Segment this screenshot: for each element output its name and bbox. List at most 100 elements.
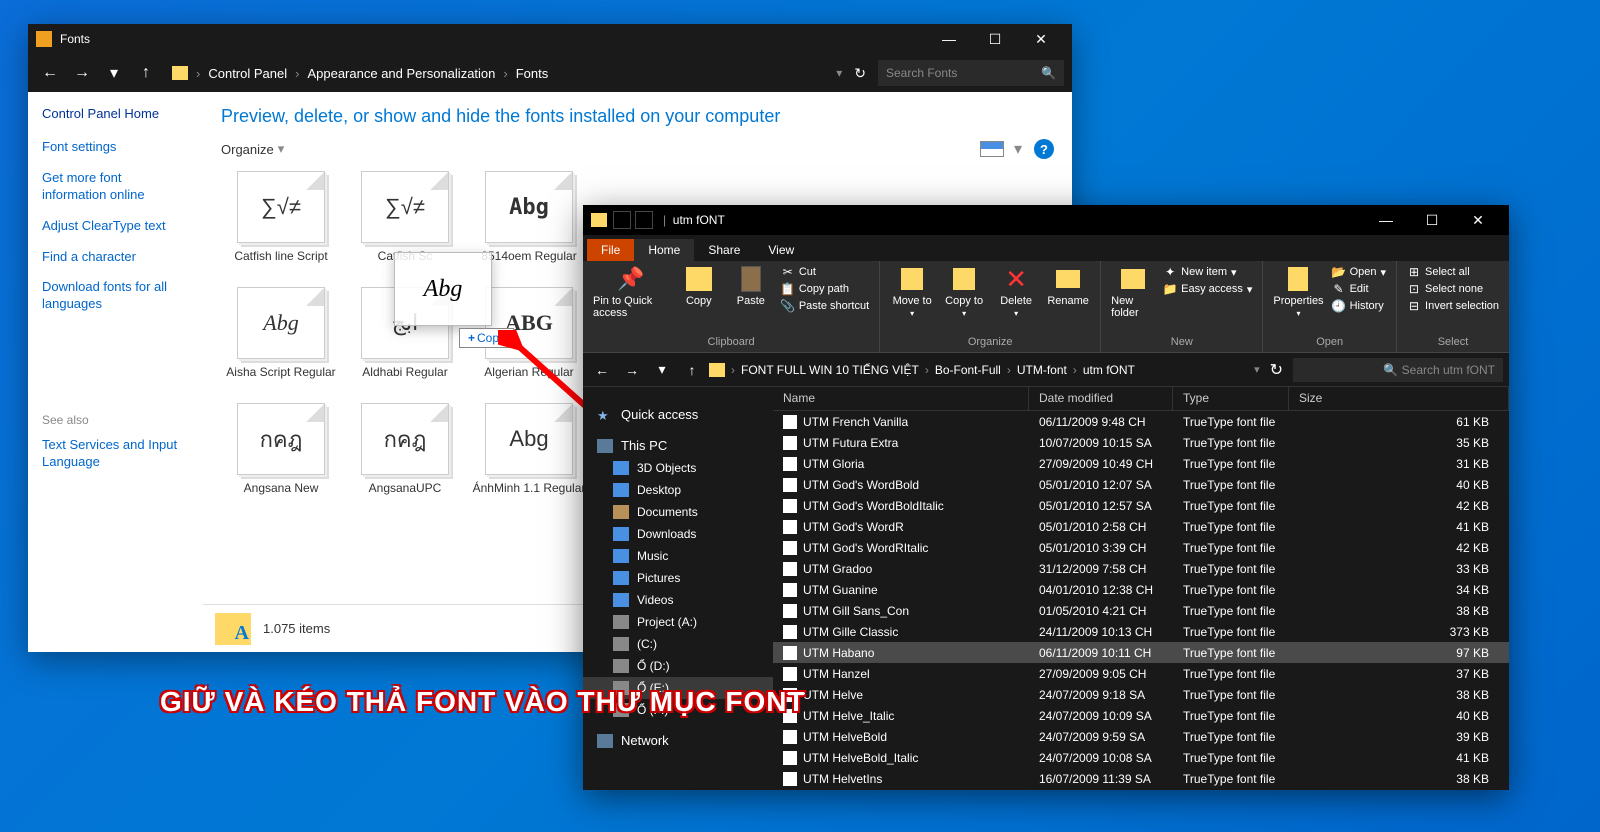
organize-dropdown[interactable]: Organize ▾ [221,141,284,157]
table-row[interactable]: UTM God's WordBoldItalic05/01/2010 12:57… [773,495,1509,516]
tab-file[interactable]: File [587,239,634,261]
font-item[interactable]: AbgAisha Script Regular [221,287,341,379]
nav-3d-objects[interactable]: 3D Objects [583,457,773,479]
tab-share[interactable]: Share [694,239,754,261]
table-row[interactable]: UTM God's WordBold05/01/2010 12:07 SATru… [773,474,1509,495]
recent-dropdown[interactable]: ▾ [649,357,675,383]
history-button[interactable]: 🕘History [1332,299,1386,313]
recent-dropdown[interactable]: ▾ [100,59,128,87]
breadcrumb[interactable]: › Control Panel› Appearance and Personal… [164,66,832,81]
search-input[interactable]: Search Fonts 🔍 [878,60,1064,86]
up-button[interactable]: ↑ [132,59,160,87]
refresh-button[interactable]: ↻ [846,65,874,82]
table-row[interactable]: UTM French Vanilla06/11/2009 9:48 CHTrue… [773,411,1509,432]
new-folder-button[interactable]: New folder [1111,265,1155,319]
forward-button[interactable]: → [68,59,96,87]
cut-button[interactable]: ✂Cut [781,265,869,279]
table-row[interactable]: UTM Gille Classic24/11/2009 10:13 CHTrue… [773,621,1509,642]
close-button[interactable]: ✕ [1018,24,1064,54]
back-button[interactable]: ← [589,357,615,383]
nav-documents[interactable]: Documents [583,501,773,523]
table-row[interactable]: UTM Gradoo31/12/2009 7:58 CHTrueType fon… [773,558,1509,579]
nav-this-pc[interactable]: This PC [583,434,773,457]
breadcrumb-item[interactable]: Fonts [516,66,549,81]
maximize-button[interactable]: ☐ [1409,205,1455,235]
nav-drive-d[interactable]: Ổ (D:) [583,655,773,677]
nav-music[interactable]: Music [583,545,773,567]
minimize-button[interactable]: — [1363,205,1409,235]
copy-path-button[interactable]: 📋Copy path [781,282,869,296]
view-options-button[interactable] [980,141,1004,157]
copy-to-button[interactable]: Copy to▾ [942,265,986,318]
col-size[interactable]: Size [1289,387,1509,410]
select-none-button[interactable]: ⊡Select none [1407,282,1499,296]
nav-drive-a[interactable]: Project (A:) [583,611,773,633]
table-row[interactable]: UTM Helve24/07/2009 9:18 SATrueType font… [773,684,1509,705]
table-row[interactable]: UTM Helve_Italic24/07/2009 10:09 SATrueT… [773,705,1509,726]
invert-selection-button[interactable]: ⊟Invert selection [1407,299,1499,313]
qat-button[interactable] [613,211,631,229]
edit-button[interactable]: ✎Edit [1332,282,1386,296]
refresh-button[interactable]: ↻ [1264,360,1289,380]
sidebar-link[interactable]: Text Services and Input Language [42,437,189,471]
col-type[interactable]: Type [1173,387,1289,410]
table-row[interactable]: UTM Gill Sans_Con01/05/2010 4:21 CHTrueT… [773,600,1509,621]
breadcrumb-item[interactable]: Control Panel [208,66,287,81]
nav-quick-access[interactable]: ★Quick access [583,403,773,426]
nav-network[interactable]: Network [583,729,773,752]
table-row[interactable]: UTM HelveBold24/07/2009 9:59 SATrueType … [773,726,1509,747]
maximize-button[interactable]: ☐ [972,24,1018,54]
nav-pictures[interactable]: Pictures [583,567,773,589]
table-row[interactable]: UTM Hanzel27/09/2009 9:05 CHTrueType fon… [773,663,1509,684]
table-row[interactable]: UTM Guanine04/01/2010 12:38 CHTrueType f… [773,579,1509,600]
font-item[interactable]: Abg8514oem Regular [469,171,589,263]
table-row[interactable]: UTM HelveBold_Italic24/07/2009 10:08 SAT… [773,747,1509,768]
font-item[interactable]: ∑√≠Catfish line Script [221,171,341,263]
table-row[interactable]: UTM God's WordRItalic05/01/2010 3:39 CHT… [773,537,1509,558]
qat-button[interactable] [635,211,653,229]
nav-videos[interactable]: Videos [583,589,773,611]
easy-access-button[interactable]: 📁Easy access ▾ [1163,282,1252,296]
sidebar-link[interactable]: Adjust ClearType text [42,218,189,235]
sidebar-link[interactable]: Font settings [42,139,189,156]
select-all-button[interactable]: ⊞Select all [1407,265,1499,279]
new-item-button[interactable]: ✦New item ▾ [1163,265,1252,279]
sidebar-link[interactable]: Download fonts for all languages [42,279,189,313]
paste-shortcut-button[interactable]: 📎Paste shortcut [781,299,869,313]
sidebar-link[interactable]: Get more font information online [42,170,189,204]
col-date[interactable]: Date modified [1029,387,1173,410]
move-to-button[interactable]: Move to▾ [890,265,934,318]
back-button[interactable]: ← [36,59,64,87]
properties-button[interactable]: Properties▾ [1273,265,1323,318]
pin-quick-access-button[interactable]: 📌Pin to Quick access [593,265,669,319]
rename-button[interactable]: Rename [1046,265,1090,307]
open-button[interactable]: 📂Open ▾ [1332,265,1386,279]
help-icon[interactable]: ? [1034,139,1054,159]
close-button[interactable]: ✕ [1455,205,1501,235]
up-button[interactable]: ↑ [679,357,705,383]
search-input[interactable]: 🔍 Search utm fONT [1293,358,1503,382]
tab-view[interactable]: View [754,239,808,261]
font-item[interactable]: AbgÁnhMinh 1.1 Regular [469,403,589,495]
nav-downloads[interactable]: Downloads [583,523,773,545]
table-row[interactable]: UTM HelvetIns16/07/2009 11:39 SATrueType… [773,768,1509,789]
table-row[interactable]: UTM God's WordR05/01/2010 2:58 CHTrueTyp… [773,516,1509,537]
table-row[interactable]: UTM Habano06/11/2009 10:11 CHTrueType fo… [773,642,1509,663]
font-item[interactable]: กคฎAngsana New [221,403,341,495]
paste-button[interactable]: Paste [729,265,773,307]
table-row[interactable]: UTM Gloria27/09/2009 10:49 CHTrueType fo… [773,453,1509,474]
tab-home[interactable]: Home [634,239,694,261]
minimize-button[interactable]: — [926,24,972,54]
font-item[interactable]: กคฎAngsanaUPC [345,403,465,495]
delete-button[interactable]: ✕Delete▾ [994,265,1038,318]
path-breadcrumb[interactable]: › FONT FULL WIN 10 TIẾNG VIỆT› Bo-Font-F… [709,363,1250,377]
nav-desktop[interactable]: Desktop [583,479,773,501]
nav-drive-c[interactable]: (C:) [583,633,773,655]
sidebar-link[interactable]: Find a character [42,249,189,266]
table-row[interactable]: UTM Futura Extra10/07/2009 10:15 SATrueT… [773,432,1509,453]
col-name[interactable]: Name [773,387,1029,410]
cp-home-link[interactable]: Control Panel Home [42,106,189,121]
copy-button[interactable]: Copy [677,265,721,307]
forward-button[interactable]: → [619,357,645,383]
font-item[interactable]: ∑√≠Catfish Sc [345,171,465,263]
